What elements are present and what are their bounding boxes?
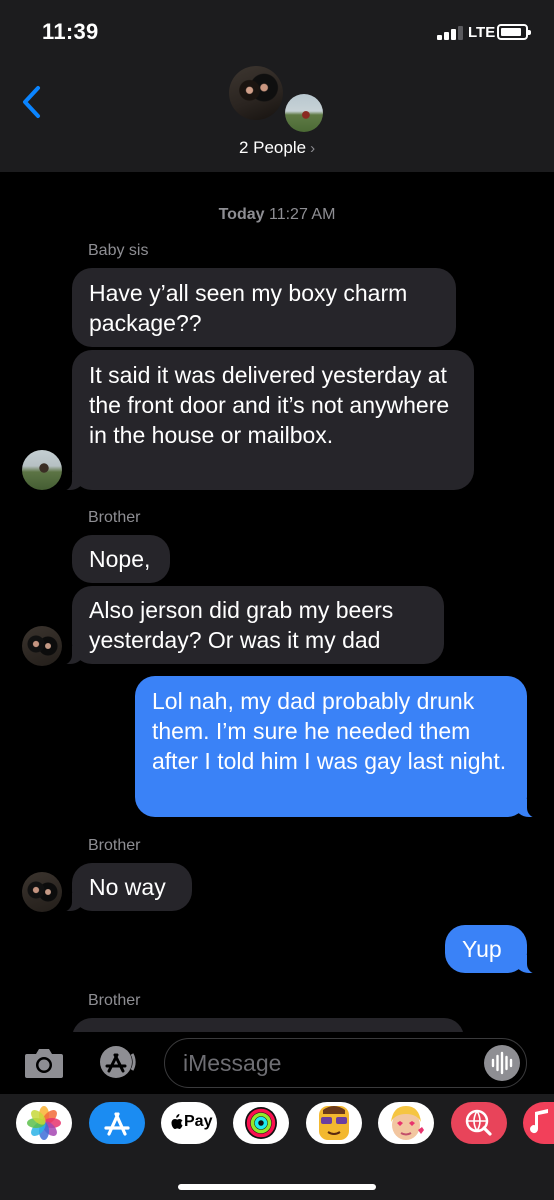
app-store-app-button[interactable] xyxy=(89,1102,145,1144)
message-bubble[interactable]: Yup xyxy=(445,925,539,974)
message-text: Nope, xyxy=(89,546,151,572)
avatar[interactable] xyxy=(22,872,62,912)
activity-app-button[interactable] xyxy=(233,1102,289,1144)
message-bubble[interactable]: Have y’all seen my boxy charm package?? xyxy=(72,268,456,347)
waveform-icon xyxy=(491,1051,513,1075)
music-icon xyxy=(530,1109,548,1134)
message-bubble[interactable]: It said it was delivered yesterday at th… xyxy=(60,350,474,491)
chevron-left-icon xyxy=(23,86,40,118)
conversation-header: 2 People › xyxy=(0,60,554,172)
camera-icon xyxy=(25,1049,63,1078)
people-count-label: 2 People xyxy=(238,138,307,157)
battery-icon xyxy=(497,24,531,40)
message-text: No way xyxy=(89,874,166,900)
message-text: It said it was delivered yesterday at th… xyxy=(89,362,450,448)
music-app-button[interactable] xyxy=(523,1102,554,1144)
message-text: Yup xyxy=(462,936,502,962)
avatar[interactable] xyxy=(22,450,62,490)
audio-message-button[interactable] xyxy=(484,1045,520,1081)
status-bar: 11:39 LTE xyxy=(0,0,554,60)
status-time: 11:39 xyxy=(42,19,99,44)
globe-search-icon xyxy=(465,1109,492,1136)
message-bubble[interactable]: Lol nah, my dad probably drunk them. I’m… xyxy=(135,676,539,818)
timestamp-time: 11:27 AM xyxy=(268,206,336,223)
message-text: Lol nah, my dad probably drunk them. I’m… xyxy=(152,688,507,774)
avatar xyxy=(285,94,323,132)
photos-app-button[interactable] xyxy=(16,1102,72,1144)
memoji-stickers-app-button[interactable] xyxy=(306,1102,362,1144)
sender-name: Brother xyxy=(88,837,141,854)
battery-level xyxy=(501,28,521,36)
photos-icon xyxy=(27,1106,61,1140)
avatar xyxy=(229,66,283,120)
message-input[interactable] xyxy=(183,1049,473,1077)
message-text: Have y’all seen my boxy charm package?? xyxy=(89,280,408,336)
cellular-signal-icon xyxy=(437,24,463,40)
memoji-sunglasses-icon xyxy=(319,1106,349,1140)
network-type: LTE xyxy=(468,24,496,41)
memoji-app-button[interactable] xyxy=(378,1102,434,1144)
images-app-button[interactable] xyxy=(451,1102,507,1144)
message-bubble[interactable]: Nope, xyxy=(72,535,170,583)
message-text: Also jerson did grab my beers yesterday?… xyxy=(89,597,394,653)
sender-name: Baby sis xyxy=(88,242,149,259)
message-input-container xyxy=(164,1038,527,1088)
message-timestamp: Today 11:27 AM xyxy=(0,206,554,224)
message-bubble[interactable]: No way xyxy=(60,863,192,912)
timestamp-day: Today xyxy=(218,206,265,223)
sender-name: Brother xyxy=(88,992,141,1009)
sender-name: Brother xyxy=(88,509,141,526)
message-bubble[interactable]: Also jerson did grab my beers yesterday?… xyxy=(60,586,444,665)
chevron-right-icon: › xyxy=(310,140,316,157)
apple-pay-app-button[interactable]: Pay xyxy=(161,1102,217,1144)
back-button[interactable] xyxy=(14,82,50,122)
group-avatars[interactable] xyxy=(229,66,329,132)
activity-rings-icon xyxy=(245,1107,277,1139)
camera-button[interactable] xyxy=(23,1046,65,1080)
avatar[interactable] xyxy=(22,626,62,666)
apps-button[interactable] xyxy=(94,1044,142,1080)
app-store-icon xyxy=(100,1046,136,1078)
home-indicator[interactable] xyxy=(178,1184,376,1190)
memoji-icon xyxy=(391,1106,424,1140)
app-store-icon xyxy=(104,1112,130,1136)
apple-pay-label: Pay xyxy=(184,1113,213,1130)
compose-bar xyxy=(0,1032,554,1094)
group-details-link[interactable]: 2 People › xyxy=(0,138,554,158)
